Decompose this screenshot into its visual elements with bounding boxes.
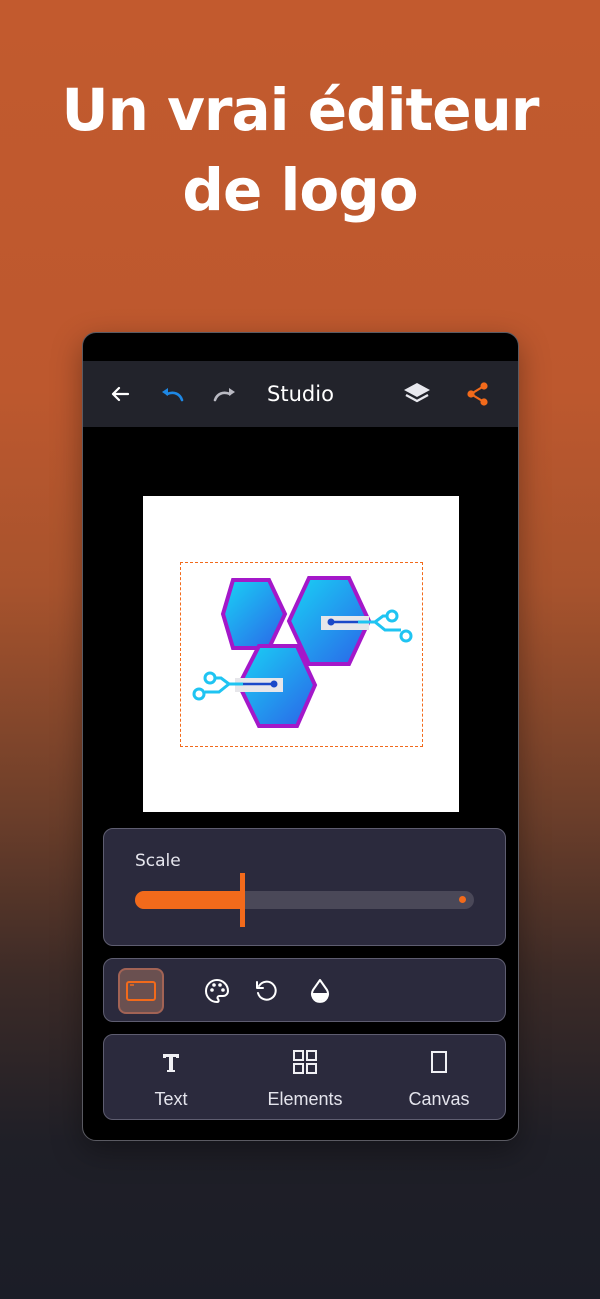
slider-end-dot (459, 896, 466, 903)
nav-label-elements: Elements (267, 1089, 343, 1109)
top-toolbar: Studio (83, 361, 518, 427)
scale-panel: Scale (103, 828, 506, 946)
scale-label: Scale (135, 851, 181, 871)
canvas-icon (372, 1047, 506, 1077)
selection-box[interactable] (180, 562, 423, 747)
headline-line-1: Un vrai éditeur (61, 76, 540, 144)
scale-slider-thumb[interactable] (240, 873, 245, 927)
nav-item-elements[interactable]: Elements (238, 1035, 372, 1121)
bottom-nav: Text Elements Canvas (103, 1034, 506, 1120)
nav-label-text: Text (154, 1089, 188, 1109)
scale-slider-fill (135, 891, 240, 909)
tools-panel (103, 958, 506, 1022)
palette-icon[interactable] (194, 968, 240, 1014)
headline: Un vrai éditeur de logo (0, 70, 600, 230)
share-icon[interactable] (463, 379, 493, 409)
nav-label-canvas: Canvas (408, 1089, 470, 1109)
headline-line-2: de logo (182, 156, 418, 224)
rotate-icon[interactable] (244, 968, 290, 1014)
logo-canvas[interactable] (143, 496, 459, 812)
frame-icon[interactable] (118, 968, 164, 1014)
opacity-icon[interactable] (297, 968, 343, 1014)
editor-screen: Studio Scale Text Elements Canvas (82, 332, 519, 1141)
text-icon (104, 1047, 238, 1077)
grid-icon (238, 1047, 372, 1077)
layers-icon[interactable] (402, 379, 432, 409)
toolbar-title: Studio (267, 382, 334, 406)
nav-item-text[interactable]: Text (104, 1035, 238, 1121)
nav-item-canvas[interactable]: Canvas (372, 1035, 506, 1121)
